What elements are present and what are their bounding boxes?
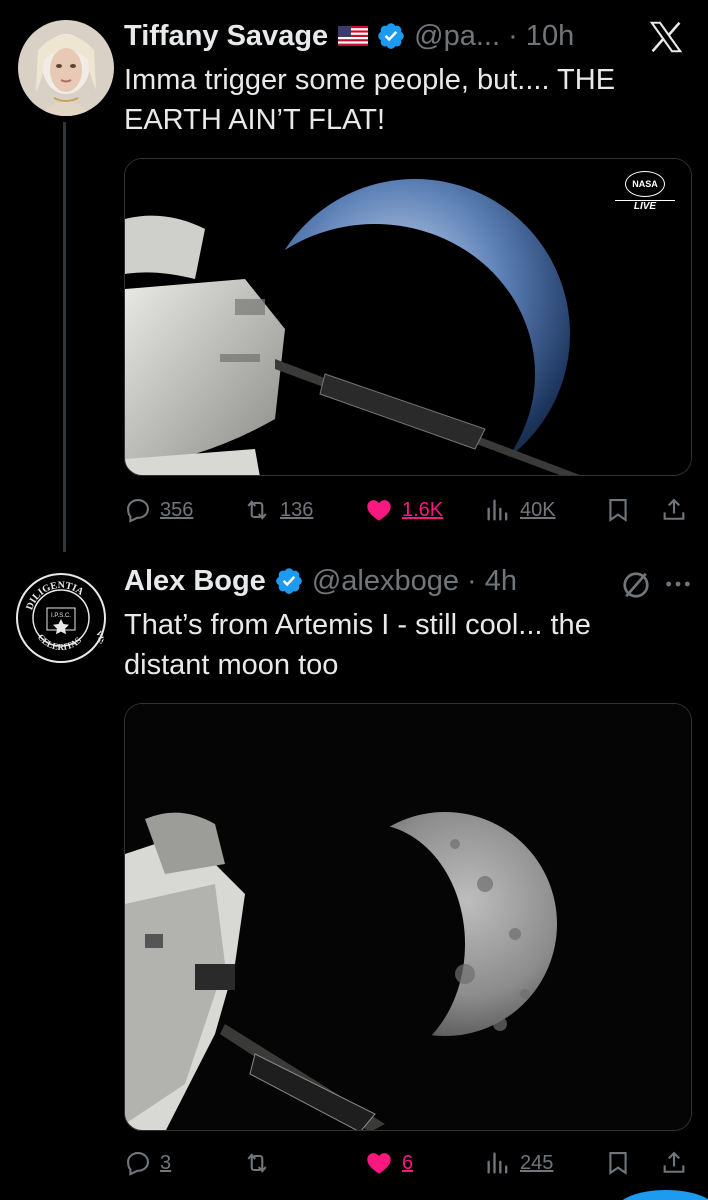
tweet-header: Alex Boge @alexboge · 4h [124,561,517,601]
nasa-live-badge: NASA LIVE [615,171,675,212]
like-count: 1.6K [402,498,444,521]
handle-and-time[interactable]: @alexboge · 4h [312,565,517,598]
repost-count: 136 [280,498,314,521]
reply-count: 356 [160,498,194,521]
like-button[interactable]: 6 [364,1143,413,1183]
repost-icon [242,1149,272,1177]
bookmark-button[interactable] [604,1143,632,1183]
like-button[interactable]: 1.6K [364,490,443,530]
tweet-header: Tiffany Savage @pa... · 10h [124,16,574,56]
nasa-logo: NASA [625,171,665,197]
seal-center-text: I.P.S.C. [51,613,71,619]
tweet-actions: 3 6 245 [124,1143,694,1183]
reply-button[interactable]: 3 [124,1143,171,1183]
repost-button[interactable] [242,1143,272,1183]
repost-icon [242,496,272,524]
views-button[interactable]: 40K [484,490,556,530]
like-count: 6 [402,1151,414,1174]
bookmark-button[interactable] [604,490,632,530]
views-count: 40K [520,498,556,521]
thread-line [63,122,66,552]
views-button[interactable]: 245 [484,1143,553,1183]
tweet-media-image[interactable] [124,703,692,1131]
reply-icon [124,496,152,524]
reply-button[interactable]: 356 [124,490,193,530]
live-label: LIVE [615,200,675,212]
repost-button[interactable]: 136 [242,490,313,530]
verified-badge-icon [274,566,304,596]
tweet[interactable]: Tiffany Savage @pa... · 10h Imma trigger… [0,0,708,552]
author-name[interactable]: Tiffany Savage [124,20,328,53]
x-logo-icon[interactable] [646,18,686,56]
tweet-actions: 356 136 1.6K 40K [124,490,694,530]
heart-icon [364,496,394,524]
reply-count: 3 [160,1151,172,1174]
tweet-media-image[interactable]: NASA LIVE [124,158,692,476]
us-flag-icon [338,26,369,46]
views-count: 245 [520,1151,554,1174]
more-icon[interactable] [662,568,694,600]
bookmark-icon [604,1149,632,1177]
share-button[interactable] [660,1143,688,1183]
views-icon [484,1149,512,1177]
bookmark-icon [604,496,632,524]
author-avatar[interactable] [18,20,114,116]
author-avatar[interactable]: DILIGENTIA CELERITAS VIS I.P.S.C. [13,570,109,666]
share-icon [660,1149,688,1177]
tweet-text: Imma trigger some people, but.... THE EA… [124,64,616,136]
share-icon [660,496,688,524]
tweet-text: That’s from Artemis I - still cool... th… [124,609,591,681]
handle-and-time[interactable]: @pa... · 10h [414,20,574,53]
reply-icon [124,1149,152,1177]
share-button[interactable] [660,490,688,530]
author-name[interactable]: Alex Boge [124,565,266,598]
heart-icon [364,1149,394,1177]
grok-icon[interactable] [618,567,654,603]
verified-badge-icon [376,21,406,51]
views-icon [484,496,512,524]
tweet[interactable]: DILIGENTIA CELERITAS VIS I.P.S.C. Alex B… [0,545,708,1200]
